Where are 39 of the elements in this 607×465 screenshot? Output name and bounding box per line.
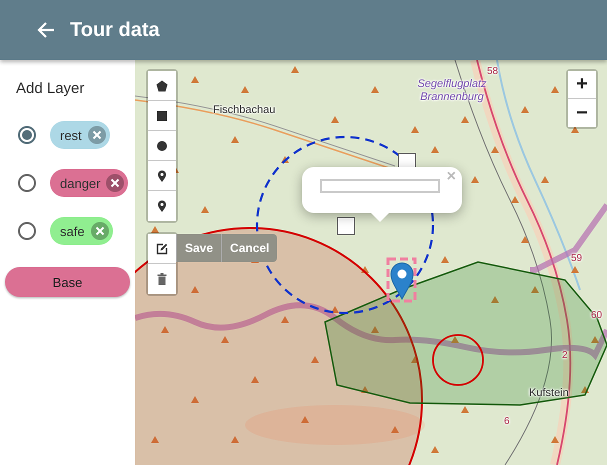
remove-icon[interactable]: [106, 174, 124, 192]
layer-chip[interactable]: rest: [50, 121, 110, 149]
layer-chip[interactable]: danger: [50, 169, 128, 197]
layer-chip[interactable]: safe: [50, 217, 113, 245]
page-title: Tour data: [70, 18, 160, 42]
polygon-icon: [156, 80, 168, 92]
popup-tail: [370, 212, 390, 222]
radio-button[interactable]: [18, 174, 36, 192]
map-label: 6: [504, 416, 510, 427]
layer-name: safe: [60, 224, 85, 238]
map-label: 58: [487, 66, 498, 77]
edit-icon: [156, 242, 168, 254]
radio-button[interactable]: [18, 126, 36, 144]
radio-button[interactable]: [18, 222, 36, 240]
map-pin-icon[interactable]: [390, 262, 414, 300]
draw-tool-button[interactable]: [148, 71, 176, 101]
remove-icon[interactable]: [90, 222, 109, 240]
zoom-in-button[interactable]: +: [568, 71, 596, 99]
input-field[interactable]: [320, 179, 440, 193]
map-label: 2: [562, 350, 568, 361]
base-button[interactable]: Base: [5, 267, 130, 297]
danger-area-circle[interactable]: [432, 334, 484, 386]
trash-icon: [156, 273, 168, 285]
layer-name: danger: [60, 176, 100, 190]
circle-icon: [156, 140, 168, 152]
sidebar-heading: Add Layer: [16, 80, 86, 97]
resize-handle[interactable]: [337, 217, 355, 235]
selection-box[interactable]: [386, 258, 416, 302]
edit-button[interactable]: [148, 234, 176, 264]
map-label: Kufstein: [529, 387, 569, 399]
back-arrow-icon[interactable]: [36, 20, 56, 40]
square-icon: [156, 110, 168, 122]
map-label: 59: [571, 253, 582, 264]
map-label: Fischbachau: [213, 104, 276, 116]
safe-area-polygon[interactable]: [324, 261, 607, 406]
marker-icon: [156, 170, 168, 182]
remove-icon[interactable]: [88, 126, 106, 144]
layer-name: rest: [60, 128, 82, 142]
marker-icon: [156, 200, 168, 212]
